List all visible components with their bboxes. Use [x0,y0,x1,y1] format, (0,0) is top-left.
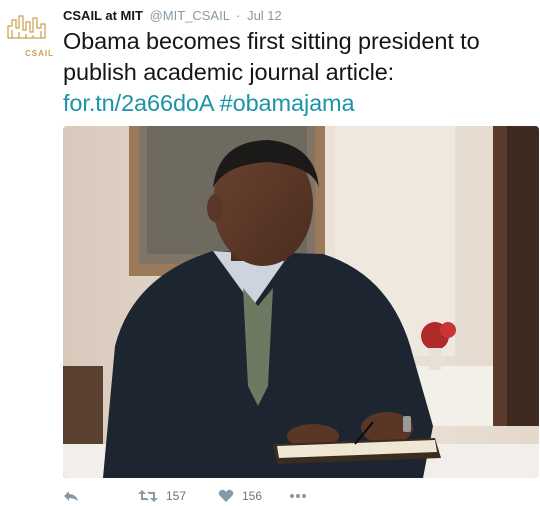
more-button[interactable] [289,487,307,505]
avatar[interactable]: CSAIL [4,8,54,58]
reply-button[interactable] [63,487,79,505]
user-handle[interactable]: @MIT_CSAIL [150,8,230,23]
tweet-links-line: for.tn/2a66doA #obamajama [63,88,533,119]
tweet-text-line-1: Obama becomes first sitting president to [63,28,480,54]
tweet-link[interactable]: for.tn/2a66doA [63,90,213,116]
like-count: 156 [242,489,263,503]
retweet-count: 157 [166,489,187,503]
tweet-header: CSAIL at MIT @MIT_CSAIL · Jul 12 [63,8,282,24]
avatar-label: CSAIL [25,49,54,58]
retweet-icon [138,490,158,502]
tweet-actions: 157 156 [63,487,533,505]
hashtag-link[interactable]: #obamajama [220,90,355,116]
display-name[interactable]: CSAIL at MIT [63,8,143,23]
tweet-text-line-2: publish academic journal article: [63,59,395,85]
tweet-photo[interactable] [63,126,539,478]
timestamp[interactable]: Jul 12 [247,8,282,23]
like-button[interactable]: 156 [218,487,262,505]
tweet: CSAIL CSAIL at MIT @MIT_CSAIL · Jul 12 O… [0,0,540,506]
tweet-text: Obama becomes first sitting president to… [63,26,533,119]
header-separator: · [236,8,241,23]
heart-icon [218,489,234,502]
photo-of-president-writing-icon [63,126,539,478]
retweet-button[interactable]: 157 [138,487,186,505]
reply-icon [64,491,78,501]
more-icon [290,494,306,498]
